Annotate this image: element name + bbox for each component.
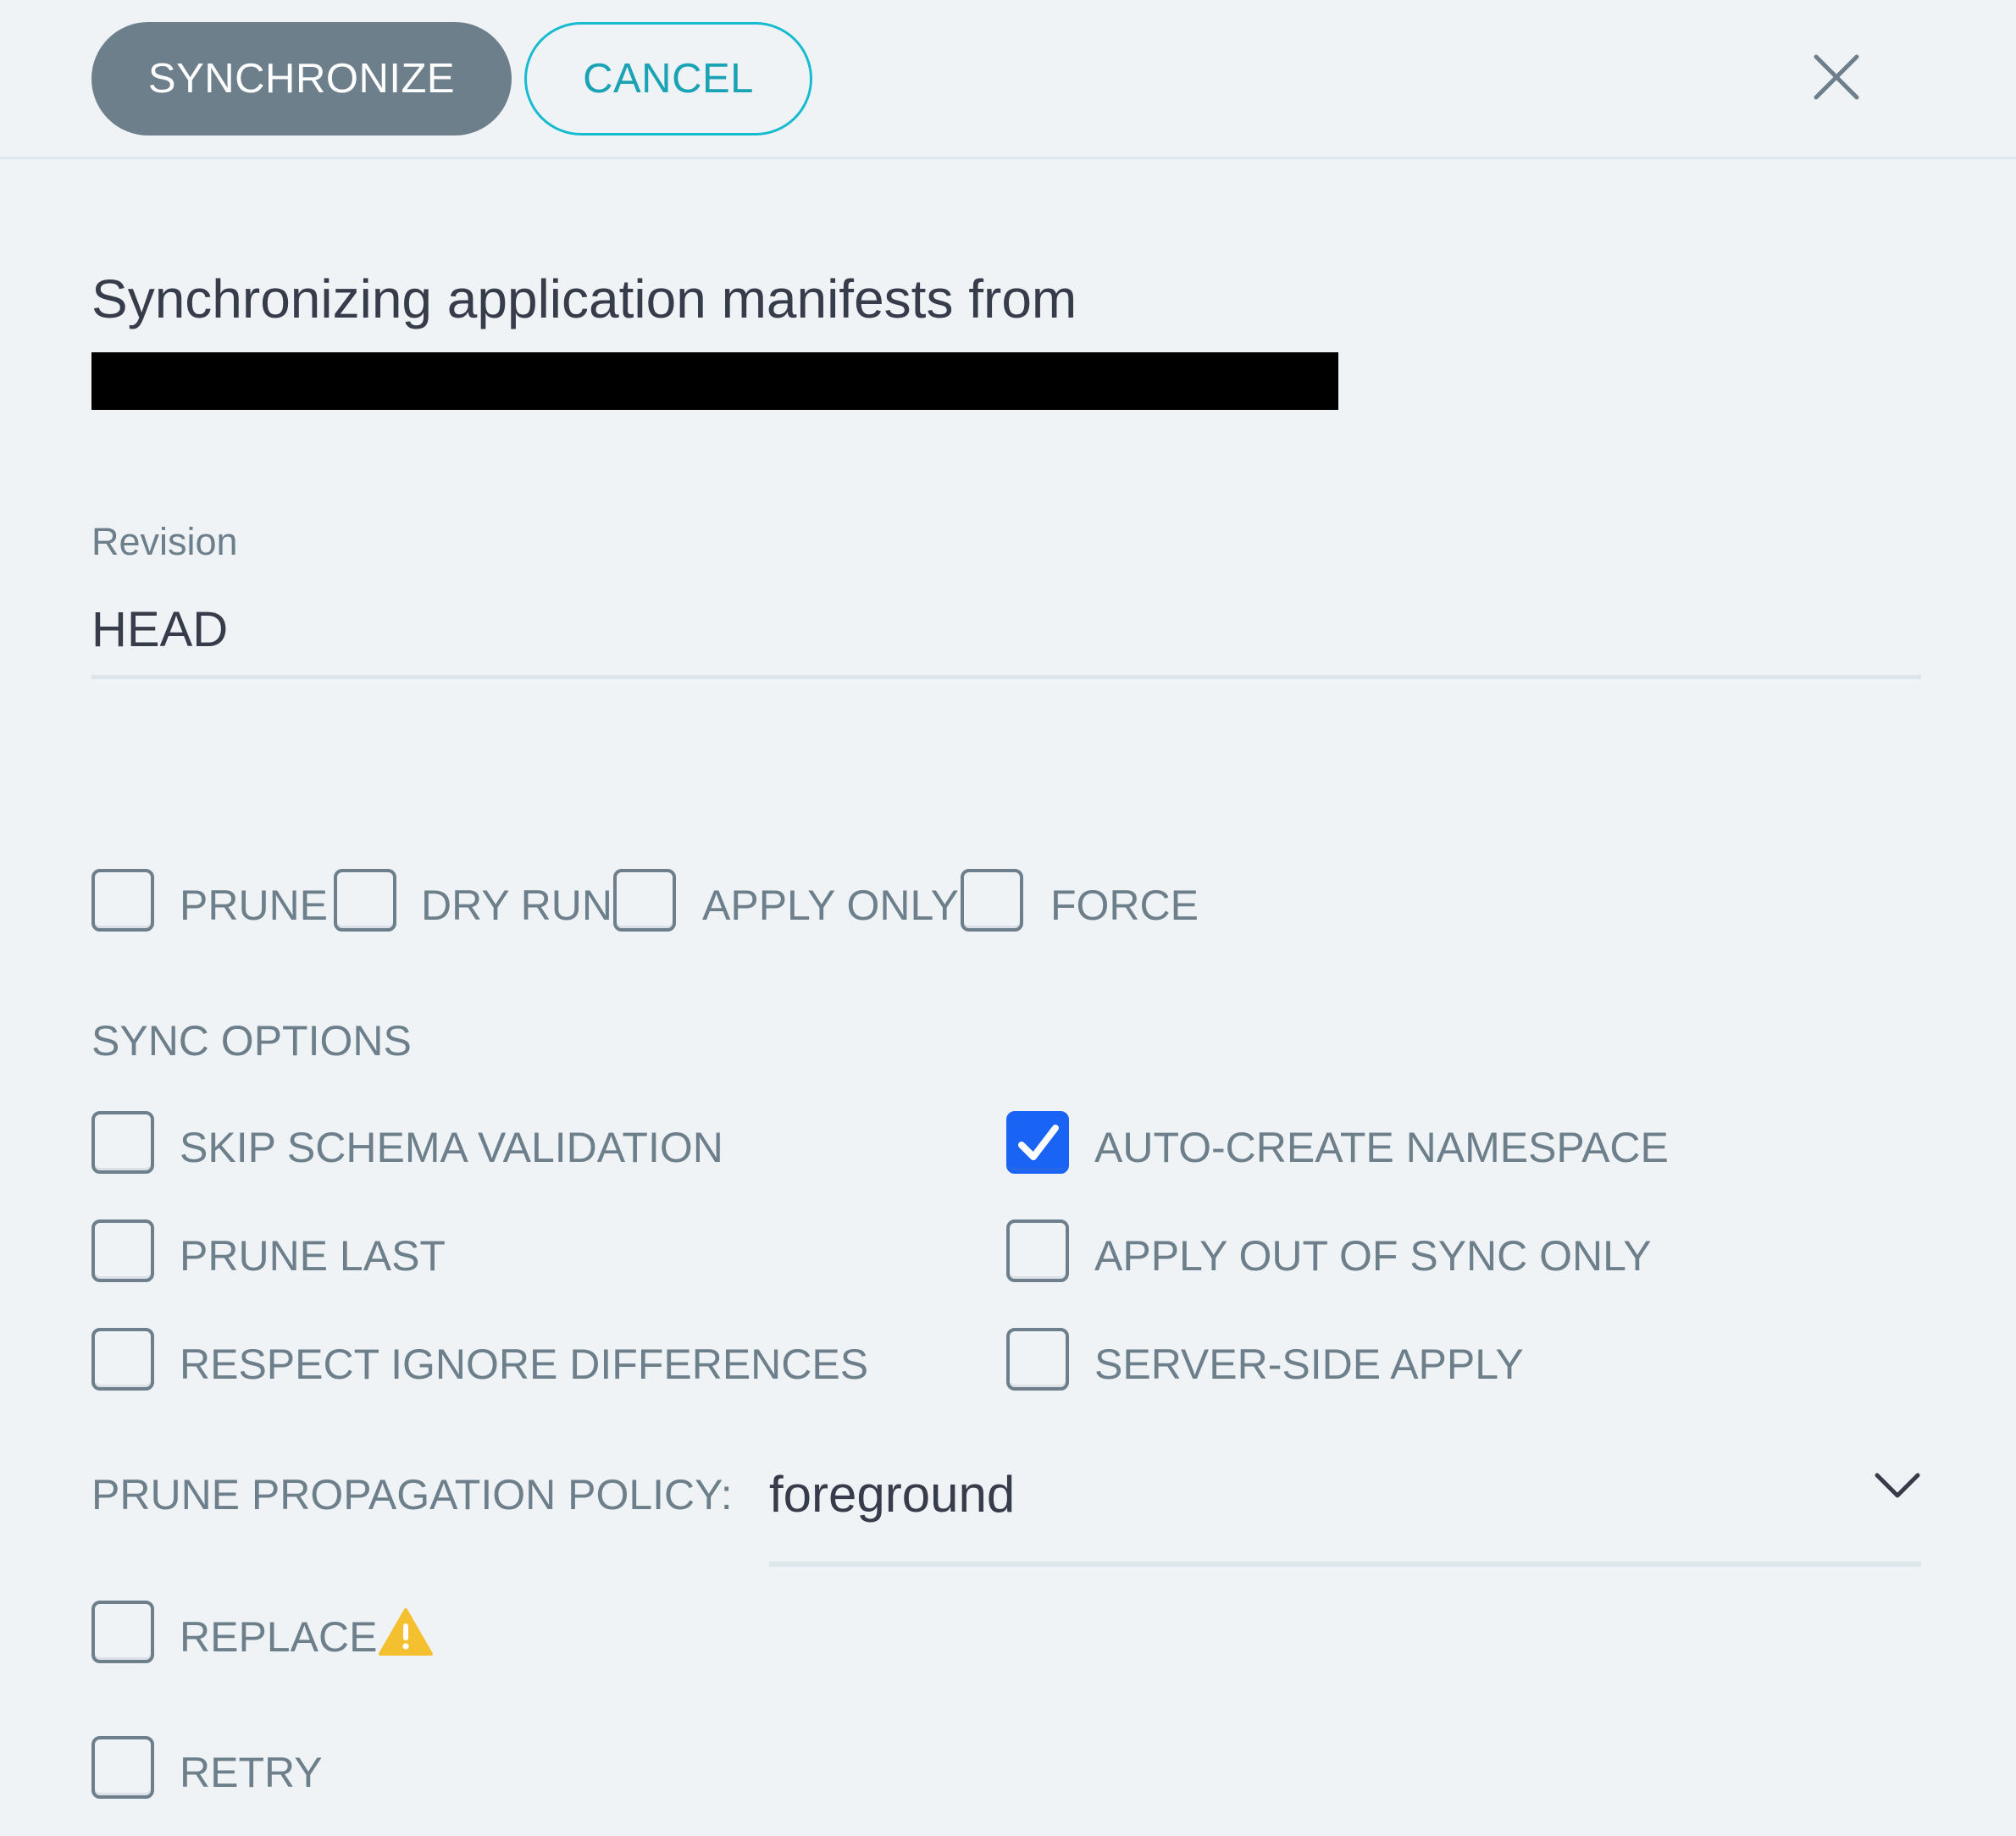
apply-only-label: APPLY ONLY bbox=[702, 882, 959, 929]
apply-out-of-sync-only-checkbox[interactable] bbox=[1006, 1219, 1069, 1282]
auto-create-namespace-label: AUTO-CREATE NAMESPACE bbox=[1094, 1124, 1669, 1171]
redacted-repo-url bbox=[91, 352, 1338, 410]
force-label: FORCE bbox=[1050, 882, 1199, 929]
replace-checkbox[interactable] bbox=[91, 1601, 154, 1663]
prune-propagation-policy-label: PRUNE PROPAGATION POLICY: bbox=[91, 1471, 733, 1518]
cancel-button[interactable]: CANCEL bbox=[524, 22, 812, 135]
dry-run-checkbox[interactable] bbox=[334, 869, 396, 932]
force-checkbox[interactable] bbox=[961, 869, 1023, 932]
retry-label: RETRY bbox=[180, 1749, 323, 1796]
warning-icon bbox=[379, 1608, 433, 1656]
skip-schema-validation-checkbox[interactable] bbox=[91, 1111, 154, 1174]
respect-ignore-differences-checkbox[interactable] bbox=[91, 1328, 154, 1391]
prune-last-label: PRUNE LAST bbox=[180, 1232, 446, 1280]
panel-header: SYNCHRONIZE CANCEL bbox=[0, 0, 2016, 159]
checkmark-icon bbox=[1018, 1125, 1059, 1160]
sync-options-heading: SYNC OPTIONS bbox=[91, 1017, 412, 1065]
revision-label: Revision bbox=[91, 520, 238, 563]
apply-only-checkbox[interactable] bbox=[613, 869, 676, 932]
revision-input[interactable] bbox=[91, 584, 1921, 679]
chevron-down-icon bbox=[1875, 1473, 1920, 1498]
server-side-apply-label: SERVER-SIDE APPLY bbox=[1094, 1341, 1524, 1388]
apply-out-of-sync-only-label: APPLY OUT OF SYNC ONLY bbox=[1094, 1232, 1652, 1280]
auto-create-namespace-checkbox[interactable] bbox=[1006, 1111, 1069, 1174]
prune-last-checkbox[interactable] bbox=[91, 1219, 154, 1282]
replace-label: REPLACE bbox=[180, 1613, 378, 1661]
prune-propagation-policy-select[interactable]: foreground bbox=[769, 1457, 1921, 1567]
retry-checkbox[interactable] bbox=[91, 1736, 154, 1799]
close-icon[interactable] bbox=[1813, 53, 1860, 101]
synchronize-button[interactable]: SYNCHRONIZE bbox=[91, 22, 512, 135]
skip-schema-validation-label: SKIP SCHEMA VALIDATION bbox=[180, 1124, 723, 1171]
sync-panel: SYNCHRONIZE CANCEL Synchronizing applica… bbox=[0, 0, 2016, 1836]
intro-text: Synchronizing application manifests from bbox=[91, 268, 1077, 329]
dry-run-label: DRY RUN bbox=[421, 882, 612, 929]
server-side-apply-checkbox[interactable] bbox=[1006, 1328, 1069, 1391]
prune-label: PRUNE bbox=[180, 882, 329, 929]
prune-checkbox[interactable] bbox=[91, 869, 154, 932]
respect-ignore-differences-label: RESPECT IGNORE DIFFERENCES bbox=[180, 1341, 869, 1388]
prune-propagation-policy-value: foreground bbox=[769, 1466, 1016, 1523]
